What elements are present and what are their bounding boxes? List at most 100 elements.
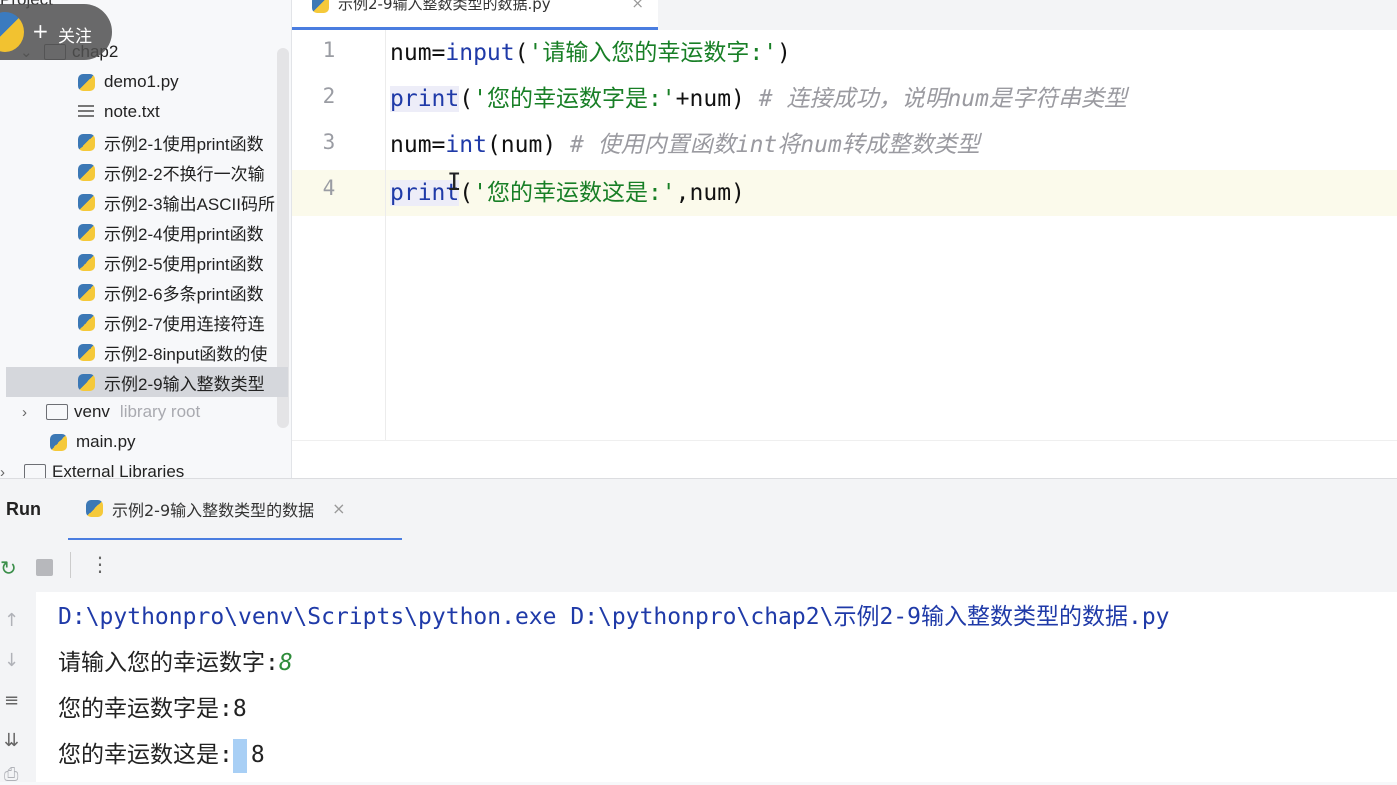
code-token: ,num) bbox=[675, 180, 745, 206]
chevron-right-icon[interactable]: › bbox=[22, 404, 36, 421]
code-line: num=int(num) # 使用内置函数int将num转成整数类型 bbox=[390, 122, 980, 168]
tree-item[interactable]: 示例2-1使用print函数 bbox=[0, 127, 291, 157]
library-icon bbox=[24, 464, 46, 478]
code-token: '您的幸运数这是:' bbox=[473, 180, 676, 206]
project-panel: Project ⌄chap2demo1.pynote.txt示例2-1使用pri… bbox=[0, 0, 292, 478]
folder-icon bbox=[46, 404, 68, 420]
line-number: 3 bbox=[322, 130, 336, 154]
code-token: num= bbox=[390, 40, 446, 66]
python-file-icon bbox=[50, 433, 67, 451]
scroll-to-end-icon[interactable]: ⇊ bbox=[4, 730, 19, 751]
run-console[interactable]: D:\pythonpro\venv\Scripts\python.exe D:\… bbox=[36, 592, 1397, 782]
tree-item[interactable]: demo1.py bbox=[0, 67, 291, 97]
editor-tab-bar: 示例2-9输入整数类型的数据.py × bbox=[292, 0, 1397, 30]
tree-item[interactable]: main.py bbox=[0, 427, 291, 457]
tree-item[interactable]: 示例2-2不换行一次输 bbox=[0, 157, 291, 187]
tree-item[interactable]: 示例2-5使用print函数 bbox=[0, 247, 291, 277]
text-cursor-icon: I bbox=[447, 168, 462, 196]
console-prompt: 请输入您的幸运数字: bbox=[58, 650, 279, 676]
line-number: 4 bbox=[322, 176, 336, 200]
tree-item-label: venv bbox=[74, 402, 110, 421]
python-file-icon bbox=[78, 343, 95, 361]
console-command-line: D:\pythonpro\venv\Scripts\python.exe D:\… bbox=[58, 604, 1170, 630]
close-icon[interactable]: × bbox=[332, 499, 345, 518]
editor-tab-label: 示例2-9输入整数类型的数据.py bbox=[338, 0, 551, 13]
console-output-line: 您的幸运数字是:8 bbox=[58, 696, 247, 722]
line-number: 2 bbox=[322, 84, 336, 108]
tree-item-label: 示例2-4使用print函数 bbox=[104, 224, 264, 244]
tree-item[interactable]: › venv library root bbox=[0, 397, 291, 427]
follow-button[interactable]: + 关注 bbox=[0, 4, 112, 60]
close-icon[interactable]: × bbox=[631, 0, 644, 12]
code-token: num= bbox=[390, 132, 446, 158]
soft-wrap-icon[interactable]: ≡ bbox=[4, 690, 19, 711]
text-selection bbox=[232, 738, 247, 773]
plus-icon: + bbox=[32, 19, 49, 43]
tree-item-label: 示例2-5使用print函数 bbox=[104, 254, 264, 274]
code-line: print('您的幸运数字是:'+num) # 连接成功，说明num是字符串类型 bbox=[390, 76, 1127, 122]
console-output-value: 8 bbox=[250, 742, 265, 768]
console-output-line: 您的幸运数这是: 8 bbox=[58, 732, 265, 778]
python-file-icon bbox=[78, 193, 95, 211]
code-editor[interactable]: 1 2 3 4 num=input('请输入您的幸运数字:') print('您的… bbox=[292, 30, 1397, 478]
run-tab[interactable]: 示例2-9输入整数类型的数据 × bbox=[68, 479, 402, 541]
code-token: input bbox=[445, 40, 515, 66]
run-tab-label: 示例2-9输入整数类型的数据 bbox=[112, 500, 315, 520]
python-file-icon bbox=[78, 253, 95, 271]
editor-footer bbox=[292, 440, 1397, 478]
python-file-icon bbox=[78, 133, 95, 151]
code-token: ) bbox=[777, 40, 791, 66]
run-panel-header: Run 示例2-9输入整数类型的数据 × bbox=[0, 478, 1397, 541]
python-file-icon bbox=[78, 163, 95, 181]
rerun-icon[interactable]: ↻ bbox=[0, 556, 17, 580]
python-file-icon bbox=[78, 313, 95, 331]
tree-item[interactable]: 示例2-9输入整数类型 bbox=[6, 367, 288, 397]
tree-item[interactable]: 示例2-6多条print函数 bbox=[0, 277, 291, 307]
code-token: ( bbox=[514, 40, 529, 66]
tree-item[interactable]: note.txt bbox=[0, 97, 291, 127]
code-token: print bbox=[390, 86, 460, 112]
code-token: ( bbox=[459, 86, 474, 112]
tree-item-label: 示例2-3输出ASCII码所 bbox=[104, 194, 275, 214]
line-number: 1 bbox=[322, 38, 336, 62]
editor-tab-active[interactable]: 示例2-9输入整数类型的数据.py × bbox=[292, 0, 658, 30]
toolbar-divider bbox=[70, 552, 71, 578]
code-token: int bbox=[445, 132, 487, 158]
more-options-icon[interactable]: ⋮ bbox=[90, 552, 110, 576]
tree-item-label: main.py bbox=[76, 432, 136, 451]
tree-item-label: demo1.py bbox=[104, 72, 179, 91]
tree-item-label: 示例2-7使用连接符连 bbox=[104, 314, 265, 334]
tree-item-label: 示例2-2不换行一次输 bbox=[104, 164, 265, 184]
tree-item[interactable]: 示例2-3输出ASCII码所 bbox=[0, 187, 291, 217]
code-token: '您的幸运数字是:' bbox=[473, 86, 676, 112]
scroll-down-icon[interactable]: ↓ bbox=[4, 650, 19, 671]
console-output-label: 您的幸运数这是: bbox=[58, 742, 233, 768]
code-line: num=input('请输入您的幸运数字:') bbox=[390, 30, 791, 76]
run-toolbar: ↻ ⋮ bbox=[0, 540, 1397, 592]
python-file-icon bbox=[78, 283, 95, 301]
scroll-up-icon[interactable]: ↑ bbox=[4, 610, 19, 631]
tree-item[interactable]: › External Libraries bbox=[0, 457, 291, 479]
follow-label: 关注 bbox=[58, 27, 92, 47]
console-prompt-line: 请输入您的幸运数字:8 bbox=[58, 640, 293, 686]
avatar bbox=[0, 12, 24, 52]
python-file-icon bbox=[78, 373, 95, 391]
stop-icon[interactable] bbox=[36, 559, 53, 576]
tree-item-label: 示例2-6多条print函数 bbox=[104, 284, 264, 304]
code-token: # 使用内置函数int将num转成整数类型 bbox=[570, 132, 980, 158]
python-file-icon bbox=[78, 223, 95, 241]
python-file-icon bbox=[78, 73, 95, 91]
tree-item-suffix: library root bbox=[119, 402, 201, 421]
tree-item[interactable]: 示例2-7使用连接符连 bbox=[0, 307, 291, 337]
run-side-toolbar: ↑ ↓ ≡ ⇊ ⎙ bbox=[0, 592, 36, 785]
tree-item[interactable]: 示例2-4使用print函数 bbox=[0, 217, 291, 247]
chevron-right-icon[interactable]: › bbox=[0, 464, 14, 479]
console-user-input: 8 bbox=[278, 650, 293, 676]
python-file-icon bbox=[86, 500, 103, 517]
tree-item[interactable]: 示例2-8input函数的使 bbox=[0, 337, 291, 367]
text-file-icon bbox=[78, 105, 94, 119]
python-file-icon bbox=[312, 0, 329, 13]
code-line: print('您的幸运数这是:',num) bbox=[390, 170, 745, 216]
tree-item-label: 示例2-9输入整数类型 bbox=[104, 374, 265, 394]
tree-item-label: note.txt bbox=[104, 102, 160, 121]
